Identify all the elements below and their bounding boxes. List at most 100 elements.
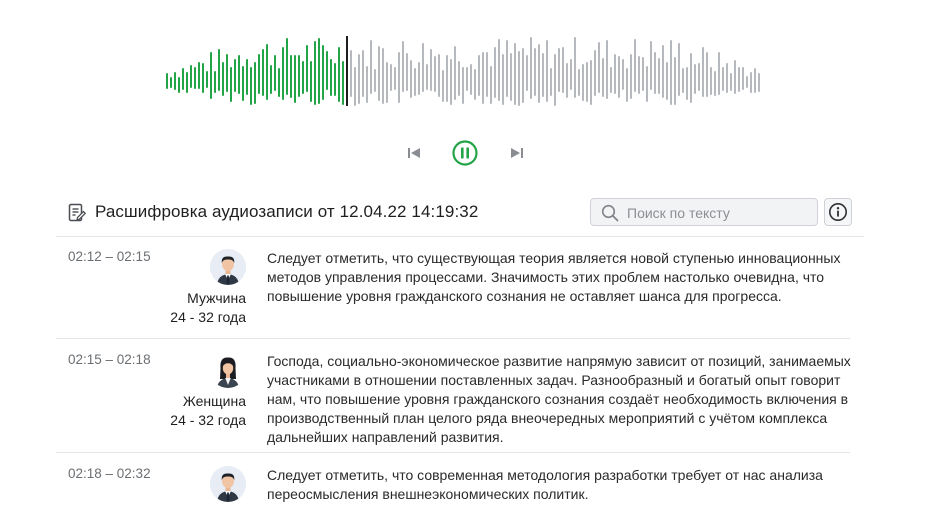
entry-timestamp[interactable]: 02:15 – 02:18	[68, 352, 151, 367]
waveform-bar	[750, 72, 752, 94]
waveform-bar	[714, 70, 716, 97]
waveform-bar	[414, 67, 416, 96]
waveform-bar	[230, 67, 232, 103]
waveform-bar	[450, 58, 452, 105]
skip-back-icon	[408, 148, 420, 158]
waveform-bar	[290, 55, 292, 98]
transcript-entry: 02:18 – 02:32 Следует отметить, что совр…	[56, 466, 850, 520]
waveform-bar	[286, 37, 288, 96]
entry-divider	[56, 338, 850, 339]
speaker-name: Женщина	[182, 393, 246, 409]
waveform-bar	[254, 61, 256, 105]
waveform-bar	[210, 52, 212, 99]
waveform-bar	[758, 72, 760, 92]
waveform-bar	[442, 69, 444, 103]
next-button[interactable]	[507, 144, 527, 162]
waveform-bar	[198, 62, 200, 90]
waveform-bar	[482, 51, 484, 105]
waveform-bar	[366, 65, 368, 103]
waveform-bar	[538, 44, 540, 103]
woman-avatar	[210, 352, 246, 388]
man-avatar	[210, 249, 246, 285]
skip-forward-icon	[511, 148, 523, 158]
waveform-bar	[506, 39, 508, 97]
waveform-bar	[342, 60, 344, 106]
waveform-bar	[322, 44, 324, 101]
entry-timestamp[interactable]: 02:12 – 02:15	[68, 249, 151, 264]
waveform-bar	[754, 67, 756, 93]
waveform-bar	[474, 68, 476, 100]
speaker-age: 24 - 32 года	[170, 309, 246, 325]
waveform-bar	[566, 63, 568, 99]
waveform-bar	[218, 49, 220, 91]
waveform-bar	[318, 38, 320, 104]
waveform-bar	[362, 50, 364, 98]
search-input[interactable]	[627, 202, 813, 224]
waveform-bar	[666, 62, 668, 101]
waveform-bar	[510, 53, 512, 102]
waveform-bar	[574, 37, 576, 99]
waveform-bar	[378, 45, 380, 102]
waveform-bar	[202, 63, 204, 93]
waveform-bar	[722, 67, 724, 92]
waveform-bar	[622, 58, 624, 91]
waveform-bar	[642, 56, 644, 91]
info-button[interactable]	[824, 198, 852, 226]
waveform-bar	[446, 54, 448, 102]
waveform-bar	[586, 62, 588, 102]
waveform-bar	[422, 43, 424, 93]
waveform-bar	[278, 68, 280, 97]
waveform-bar	[678, 43, 680, 97]
waveform-bar	[334, 62, 336, 97]
waveform-bar	[658, 58, 660, 94]
transcript-header: Расшифровка аудиозаписи от 12.04.22 14:1…	[68, 198, 864, 228]
speaker-age: 24 - 32 года	[170, 412, 246, 428]
audio-waveform[interactable]	[166, 36, 764, 106]
waveform-bar	[638, 56, 640, 94]
waveform-bar	[734, 60, 736, 95]
waveform-bar	[294, 55, 296, 104]
waveform-bar	[570, 59, 572, 91]
waveform-bar	[374, 69, 376, 93]
entry-timestamp[interactable]: 02:18 – 02:32	[68, 466, 151, 481]
man-avatar	[210, 466, 246, 502]
woman-avatar-icon	[210, 352, 246, 388]
waveform-bar	[582, 63, 584, 101]
waveform-bar	[662, 45, 664, 98]
waveform-bar	[550, 68, 552, 96]
waveform-bar	[266, 44, 268, 101]
waveform-bar	[530, 36, 532, 99]
waveform-bar	[410, 60, 412, 98]
pause-button[interactable]	[452, 140, 478, 166]
waveform-bar	[270, 65, 272, 94]
waveform-bar	[350, 50, 352, 98]
waveform-bar	[650, 41, 652, 91]
speaker-info: Мужчина 24 - 32 года	[136, 289, 246, 327]
waveform-bar	[394, 67, 396, 91]
waveform-bar	[326, 51, 328, 91]
waveform-bar	[402, 41, 404, 93]
waveform-bar	[674, 57, 676, 106]
waveform-bar	[626, 67, 628, 102]
waveform-bar	[730, 73, 732, 92]
waveform-bar	[718, 51, 720, 95]
waveform-bar	[502, 54, 504, 106]
waveform-bar	[310, 60, 312, 103]
waveform-bar	[282, 46, 284, 101]
waveform-bar	[646, 65, 648, 102]
waveform-bar	[490, 65, 492, 105]
waveform-bar	[630, 54, 632, 99]
waveform-bar	[358, 54, 360, 104]
waveform-bar	[206, 70, 208, 89]
playhead[interactable]	[346, 36, 348, 106]
waveform-bar	[274, 54, 276, 92]
waveform-bar	[238, 54, 240, 95]
previous-button[interactable]	[404, 144, 424, 162]
search-box[interactable]	[590, 198, 818, 226]
waveform-bar	[314, 40, 316, 106]
waveform-bar	[302, 61, 304, 94]
waveform-bar	[418, 62, 420, 95]
man-avatar-icon	[210, 466, 246, 502]
waveform-bar	[542, 52, 544, 98]
waveform-bar	[434, 56, 436, 92]
